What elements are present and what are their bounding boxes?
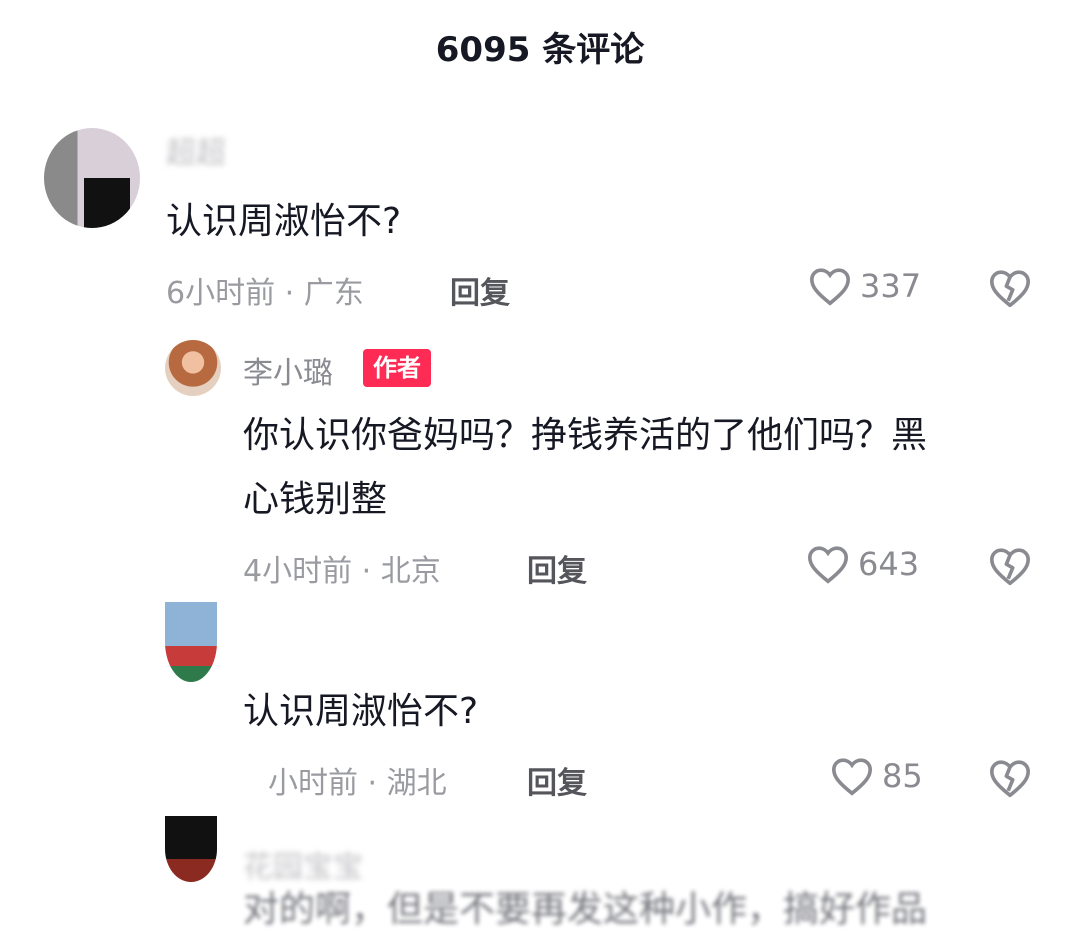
comment-text-line1: 你认识你爸妈吗？挣钱养活的了他们吗？黑: [243, 415, 928, 456]
reply-button[interactable]: 回复: [527, 758, 587, 802]
heart-icon: [809, 268, 851, 306]
broken-heart-icon[interactable]: [988, 546, 1032, 586]
avatar[interactable]: [44, 128, 140, 228]
comment-count-title: 6095 条评论: [435, 30, 645, 70]
heart-icon: [831, 758, 873, 796]
comment-text: 认识周淑怡不?: [166, 201, 402, 242]
username[interactable]: 李小璐: [243, 348, 333, 392]
like-button[interactable]: 85: [830, 756, 923, 796]
heart-icon: [807, 546, 849, 584]
comment-meta: 6小时前 · 广东: [166, 276, 364, 311]
comment-text: 对的啊，但是不要再发这种小作，搞好作品: [243, 889, 928, 930]
author-avatar[interactable]: [165, 340, 221, 396]
author-badge: 作者: [363, 349, 431, 387]
like-count: 337: [860, 267, 922, 305]
like-count: 643: [858, 545, 920, 583]
like-button[interactable]: 643: [806, 544, 919, 584]
reply-button[interactable]: 回复: [527, 546, 587, 590]
avatar[interactable]: [165, 816, 217, 882]
like-count: 85: [882, 757, 923, 795]
comment-text-line2: 心钱别整: [243, 479, 388, 520]
comment-meta: 4小时前 · 北京: [243, 554, 441, 589]
reply-button[interactable]: 回复: [450, 268, 510, 312]
broken-heart-icon[interactable]: [988, 268, 1032, 308]
like-button[interactable]: 337: [808, 266, 921, 306]
username[interactable]: 超超: [166, 128, 226, 172]
broken-heart-icon[interactable]: [988, 758, 1032, 798]
avatar[interactable]: [165, 602, 217, 682]
comment-text: 认识周淑怡不?: [243, 691, 479, 732]
comment-meta: 小时前 · 湖北: [268, 766, 447, 801]
